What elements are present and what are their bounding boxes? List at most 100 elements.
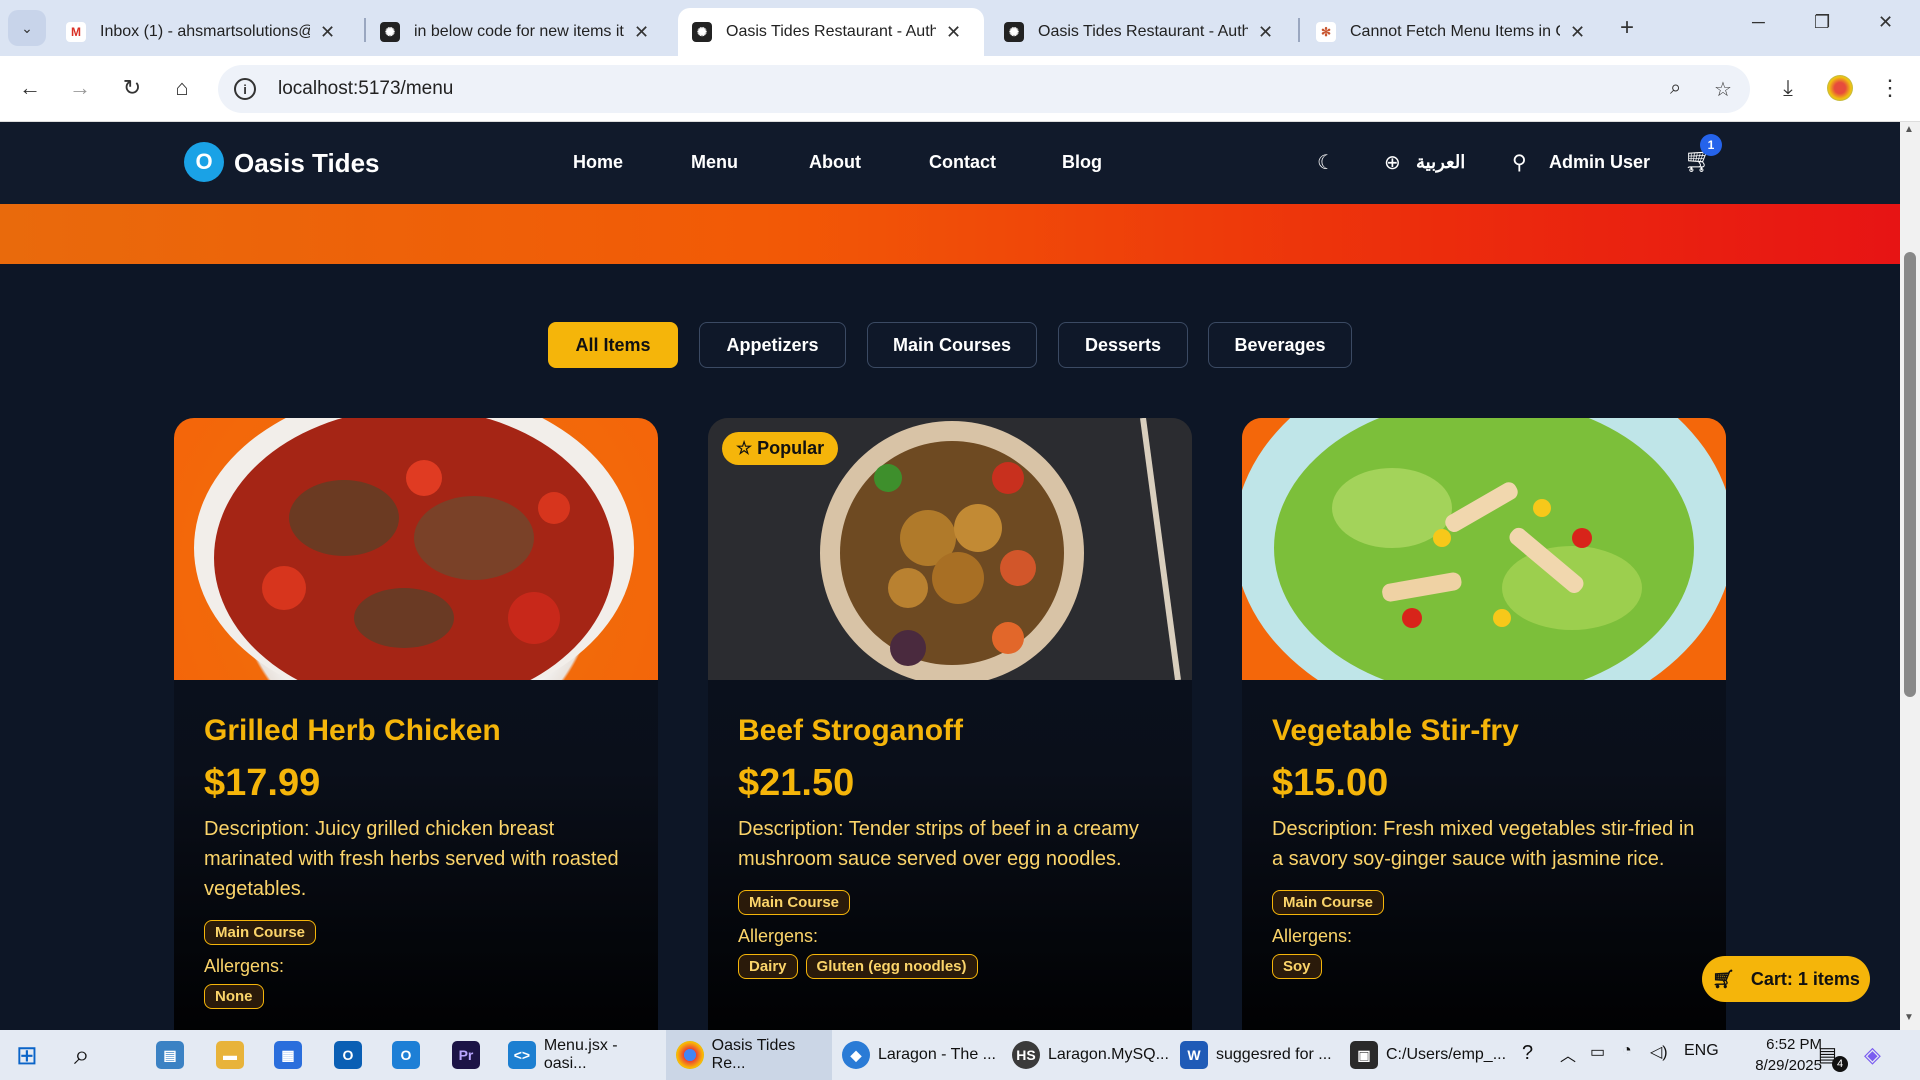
taskbar-app-label: Laragon - The ... [878,1046,996,1063]
scroll-up-arrow-icon[interactable]: ▲ [1904,124,1914,135]
food-image: ☆ Popular [708,418,1192,680]
popular-label: Popular [757,438,825,458]
page-scrollbar[interactable]: ▲ ▼ [1900,122,1920,1030]
outlook-new-icon[interactable]: O [392,1030,428,1080]
taskbar-app-terminal[interactable]: ▣ C:/Users/emp_... [1350,1030,1510,1080]
windows-taskbar: ⊞ ⌕ ▤ ▬ ▦ O O Pr <> Menu.jsx - oasi... O… [0,1030,1920,1080]
filter-appetizers[interactable]: Appetizers [699,322,846,368]
brand-name[interactable]: Oasis Tides [234,148,380,179]
item-description: Description: Juicy grilled chicken breas… [204,818,619,900]
browser-tab[interactable]: ✺ in below code for new items it i ✕ [366,8,666,56]
category-filters: All Items Appetizers Main Courses Desser… [0,322,1900,368]
folder-icon[interactable]: ▬ [216,1030,252,1080]
browser-tab[interactable]: ✺ Oasis Tides Restaurant - Auther ✕ [990,8,1290,56]
wifi-icon[interactable]: ◔ [1622,1042,1632,1060]
dark-mode-moon-icon[interactable]: ☾ [1317,150,1335,175]
profile-avatar[interactable] [1822,70,1858,106]
vscode-icon: <> [508,1041,536,1069]
taskbar-app-heidisql[interactable]: HS Laragon.MySQ... [1012,1030,1172,1080]
user-name[interactable]: Admin User [1549,152,1650,173]
address-bar[interactable]: i localhost:5173/menu ⌕ ☆ [218,65,1750,113]
close-icon[interactable]: ✕ [634,22,649,43]
filter-desserts[interactable]: Desserts [1058,322,1188,368]
close-icon[interactable]: ✕ [946,22,961,43]
allergens-label: Allergens: [738,926,819,946]
battery-icon[interactable]: ▭ [1590,1042,1605,1062]
nav-link-home[interactable]: Home [573,152,623,173]
floating-cart-label: Cart: 1 items [1750,968,1860,989]
site-navbar: O Oasis Tides Home Menu About Contact Bl… [0,122,1900,204]
zoom-icon[interactable]: ⌕ [1670,77,1681,100]
nav-link-menu[interactable]: Menu [691,152,738,173]
browser-tab[interactable]: ✻ Cannot Fetch Menu Items in Gi ✕ [1302,8,1602,56]
close-icon[interactable]: ✕ [1258,22,1273,43]
minimize-button[interactable]: ─ [1752,12,1765,33]
download-icon[interactable]: ⤓ [1770,70,1806,106]
explorer-app-icon[interactable]: ▤ [156,1030,192,1080]
kebab-menu-icon[interactable]: ⋮ [1872,70,1908,106]
food-image [174,418,658,680]
language-indicator[interactable]: ENG [1684,1042,1719,1060]
new-tab-button[interactable]: + [1620,14,1634,42]
close-icon[interactable]: ✕ [320,22,335,43]
allergens-label: Allergens: [204,956,285,976]
close-icon[interactable]: ✕ [1570,22,1585,43]
web-page: O Oasis Tides Home Menu About Contact Bl… [0,122,1900,1030]
site-info-icon[interactable]: i [234,78,256,100]
filter-beverages[interactable]: Beverages [1208,322,1352,368]
logo-icon[interactable]: O [184,142,224,182]
tab-search-button[interactable]: ⌄ [8,10,46,46]
reload-icon[interactable]: ↻ [114,70,150,106]
user-icon[interactable]: ⚲ [1512,150,1527,175]
home-icon[interactable]: ⌂ [164,70,200,106]
browser-toolbar: ← → ↻ ⌂ i localhost:5173/menu ⌕ ☆ ⤓ ⋮ [0,56,1920,122]
claude-icon: ✻ [1316,22,1336,42]
help-icon[interactable]: ? [1522,1042,1533,1065]
salad-illustration [1242,418,1726,680]
floating-cart-button[interactable]: 🛒︎ Cart: 1 items [1702,956,1870,1002]
nav-link-about[interactable]: About [809,152,861,173]
windows-start-icon[interactable]: ⊞ [16,1030,38,1080]
hero-banner [0,204,1900,264]
scrollbar-thumb[interactable] [1904,252,1916,697]
taskbar-app-label: suggesred for ... [1216,1046,1332,1063]
volume-icon[interactable]: ◁) [1650,1042,1668,1062]
copilot-icon[interactable]: ◈ [1864,1042,1881,1068]
filter-all-items[interactable]: All Items [548,322,678,368]
notification-count-badge: 4 [1832,1056,1848,1072]
chevron-up-icon[interactable]: ︿ [1560,1042,1576,1066]
taskbar-app-chrome[interactable]: Oasis Tides Re... [666,1030,832,1080]
chatgpt-icon: ✺ [692,22,712,42]
store-icon[interactable]: ▦ [274,1030,310,1080]
bookmark-star-icon[interactable]: ☆ [1714,77,1732,102]
clock-date: 8/29/2025 [1755,1057,1822,1074]
url-text[interactable]: localhost:5173/menu [278,78,453,100]
outlook-icon[interactable]: O [334,1030,370,1080]
browser-tab[interactable]: M Inbox (1) - ahsmartsolutions@g ✕ [52,8,352,56]
menu-item-card[interactable]: ☆ Popular Beef Stroganoff $21.50 Descrip… [708,418,1192,1030]
forward-icon[interactable]: → [62,70,98,106]
premiere-icon[interactable]: Pr [452,1030,488,1080]
chatgpt-icon: ✺ [380,22,400,42]
taskbar-app-word[interactable]: W suggesred for ... [1180,1030,1340,1080]
taskbar-app-label: Menu.jsx - oasi... [543,1037,618,1072]
taskbar-app-vscode[interactable]: <> Menu.jsx - oasi... [506,1030,664,1080]
menu-item-card[interactable]: Grilled Herb Chicken $17.99 Description:… [174,418,658,1030]
nav-link-blog[interactable]: Blog [1062,152,1102,173]
browser-tab-active[interactable]: ✺ Oasis Tides Restaurant - Auther ✕ [678,8,984,56]
filter-main-courses[interactable]: Main Courses [867,322,1037,368]
scroll-down-arrow-icon[interactable]: ▼ [1904,1012,1914,1023]
close-window-button[interactable]: ✕ [1878,12,1893,33]
language-switch[interactable]: العربية [1416,152,1465,173]
item-name: Grilled Herb Chicken [204,714,501,747]
tab-title: Oasis Tides Restaurant - Auther [1038,23,1248,40]
taskbar-app-laragon[interactable]: ◆ Laragon - The ... [842,1030,1002,1080]
restore-button[interactable]: ❐ [1814,12,1830,33]
menu-item-card[interactable]: Vegetable Stir-fry $15.00 Description: F… [1242,418,1726,1030]
nav-link-contact[interactable]: Contact [929,152,996,173]
search-icon[interactable]: ⌕ [74,1030,90,1080]
back-icon[interactable]: ← [12,70,48,106]
chatgpt-icon: ✺ [1004,22,1024,42]
globe-icon[interactable]: ⊕ [1384,150,1401,175]
clock[interactable]: 6:52 PM 8/29/2025 [1736,1034,1822,1076]
